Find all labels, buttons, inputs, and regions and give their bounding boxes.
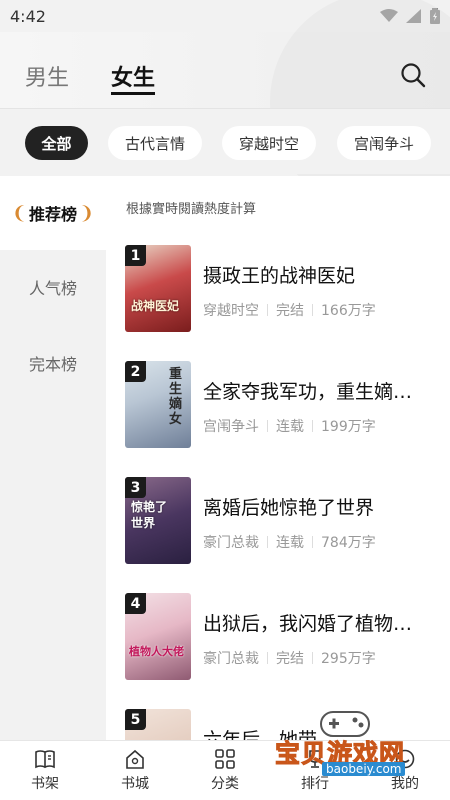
divider (267, 652, 268, 664)
book-meta: 穿越时空 完结 166万字 (203, 300, 376, 320)
book-status: 连载 (276, 419, 304, 435)
book-cover[interactable]: 1 战神医妃 (125, 245, 191, 332)
rank-badge: 4 (125, 593, 146, 614)
list-item[interactable]: 3 惊艳了世界 离婚后她惊艳了世界 豪门总裁 连载 784万字 (106, 477, 450, 577)
book-title[interactable]: 出狱后，我闪婚了植物… (203, 609, 439, 636)
rank-badge: 5 (125, 709, 146, 730)
grid-icon (215, 749, 235, 769)
divider (267, 536, 268, 548)
book-title[interactable]: 摄政王的战神医妃 (203, 261, 439, 288)
book-word-count: 199万字 (321, 419, 376, 435)
nav-categories[interactable]: 分类 (180, 741, 270, 800)
book-cover[interactable]: 2 重生嫡女 (125, 361, 191, 448)
divider (267, 420, 268, 432)
sidebar-item-recommended[interactable]: ❨ 推荐榜 ❩ (0, 176, 106, 250)
divider (312, 420, 313, 432)
book-word-count: 166万字 (321, 303, 376, 319)
chip-ancient-romance[interactable]: 古代言情 (108, 126, 202, 160)
watermark-url: baobeiy.com (322, 762, 406, 776)
divider (312, 536, 313, 548)
book-cover[interactable]: 5 (125, 709, 191, 740)
cover-title: 重生嫡女 (169, 367, 183, 427)
book-title[interactable]: 离婚后她惊艳了世界 (203, 493, 439, 520)
rank-badge: 2 (125, 361, 146, 382)
book-word-count: 784万字 (321, 535, 376, 551)
laurel-right-icon: ❩ (79, 202, 95, 224)
book-status: 连载 (276, 535, 304, 551)
home-icon (126, 749, 144, 769)
nav-bookshelf[interactable]: 书架 (0, 741, 90, 800)
sidebar-item-label: 完本榜 (28, 355, 77, 374)
book-icon (35, 750, 55, 769)
nav-label: 我的 (391, 776, 419, 792)
nav-label: 排行 (301, 776, 329, 792)
category-chips: 全部 古代言情 穿越时空 宫闱争斗 (0, 108, 450, 174)
tab-female[interactable]: 女生 (111, 60, 155, 92)
list-item[interactable]: 2 重生嫡女 全家夺我军功，重生嫡… 宫闱争斗 连载 199万字 (106, 361, 450, 461)
book-genre: 豪门总裁 (203, 651, 259, 667)
book-list: 根據實時閱讀熱度計算 1 战神医妃 摄政王的战神医妃 穿越时空 完结 166万字… (106, 176, 450, 740)
laurel-left-icon: ❨ (11, 202, 27, 224)
ranking-note: 根據實時閱讀熱度計算 (126, 202, 257, 217)
list-item[interactable]: 4 植物人大佬 出狱后，我闪婚了植物… 豪门总裁 完结 295万字 (106, 593, 450, 693)
book-meta: 豪门总裁 连载 784万字 (203, 532, 376, 552)
cover-title: 惊艳了世界 (131, 500, 168, 530)
sidebar-item-label: 人气榜 (28, 279, 77, 298)
tab-male[interactable]: 男生 (25, 60, 69, 92)
active-tab-indicator (111, 92, 155, 95)
book-cover[interactable]: 3 惊艳了世界 (125, 477, 191, 564)
rank-badge: 1 (125, 245, 146, 266)
book-status: 完结 (276, 651, 304, 667)
book-title[interactable]: 全家夺我军功，重生嫡… (203, 377, 439, 404)
book-meta: 豪门总裁 完结 295万字 (203, 648, 376, 668)
cover-title: 战神医妃 (131, 299, 180, 313)
sidebar-item-completed[interactable]: 完本榜 (0, 326, 106, 400)
book-word-count: 295万字 (321, 651, 376, 667)
book-genre: 宫闱争斗 (203, 419, 259, 435)
book-status: 完结 (276, 303, 304, 319)
divider (312, 304, 313, 316)
status-time: 4:42 (10, 6, 46, 26)
sidebar-item-popular[interactable]: 人气榜 (0, 250, 106, 324)
watermark-logo: 宝贝游戏网 baobeiy.com (270, 706, 450, 776)
ranking-sidebar: ❨ 推荐榜 ❩ 人气榜 完本榜 (0, 176, 106, 740)
search-button[interactable] (400, 62, 426, 88)
chip-palace-intrigue[interactable]: 宫闱争斗 (337, 126, 431, 160)
sidebar-item-label: 推荐榜 (28, 205, 77, 224)
divider (267, 304, 268, 316)
nav-label: 书架 (31, 776, 59, 792)
nav-bookstore[interactable]: 书城 (90, 741, 180, 800)
book-meta: 宫闱争斗 连载 199万字 (203, 416, 376, 436)
divider (312, 652, 313, 664)
list-item[interactable]: 1 战神医妃 摄政王的战神医妃 穿越时空 完结 166万字 (106, 245, 450, 345)
cover-title: 植物人大佬 (129, 645, 184, 658)
chip-all[interactable]: 全部 (25, 126, 88, 160)
nav-label: 分类 (211, 776, 239, 792)
nav-label: 书城 (121, 776, 149, 792)
book-genre: 豪门总裁 (203, 535, 259, 551)
rank-badge: 3 (125, 477, 146, 498)
book-genre: 穿越时空 (203, 303, 259, 319)
book-cover[interactable]: 4 植物人大佬 (125, 593, 191, 680)
chip-time-travel[interactable]: 穿越时空 (222, 126, 316, 160)
search-icon (401, 63, 426, 88)
